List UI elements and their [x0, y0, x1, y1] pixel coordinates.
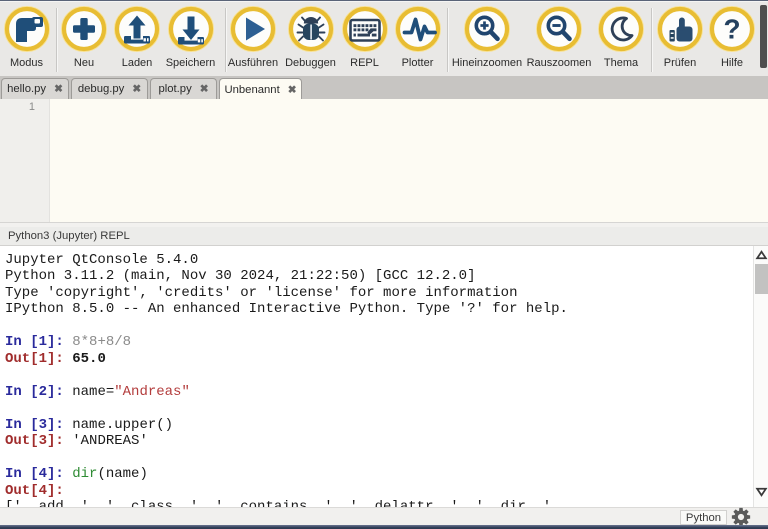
svg-text:?: ?	[723, 14, 740, 45]
